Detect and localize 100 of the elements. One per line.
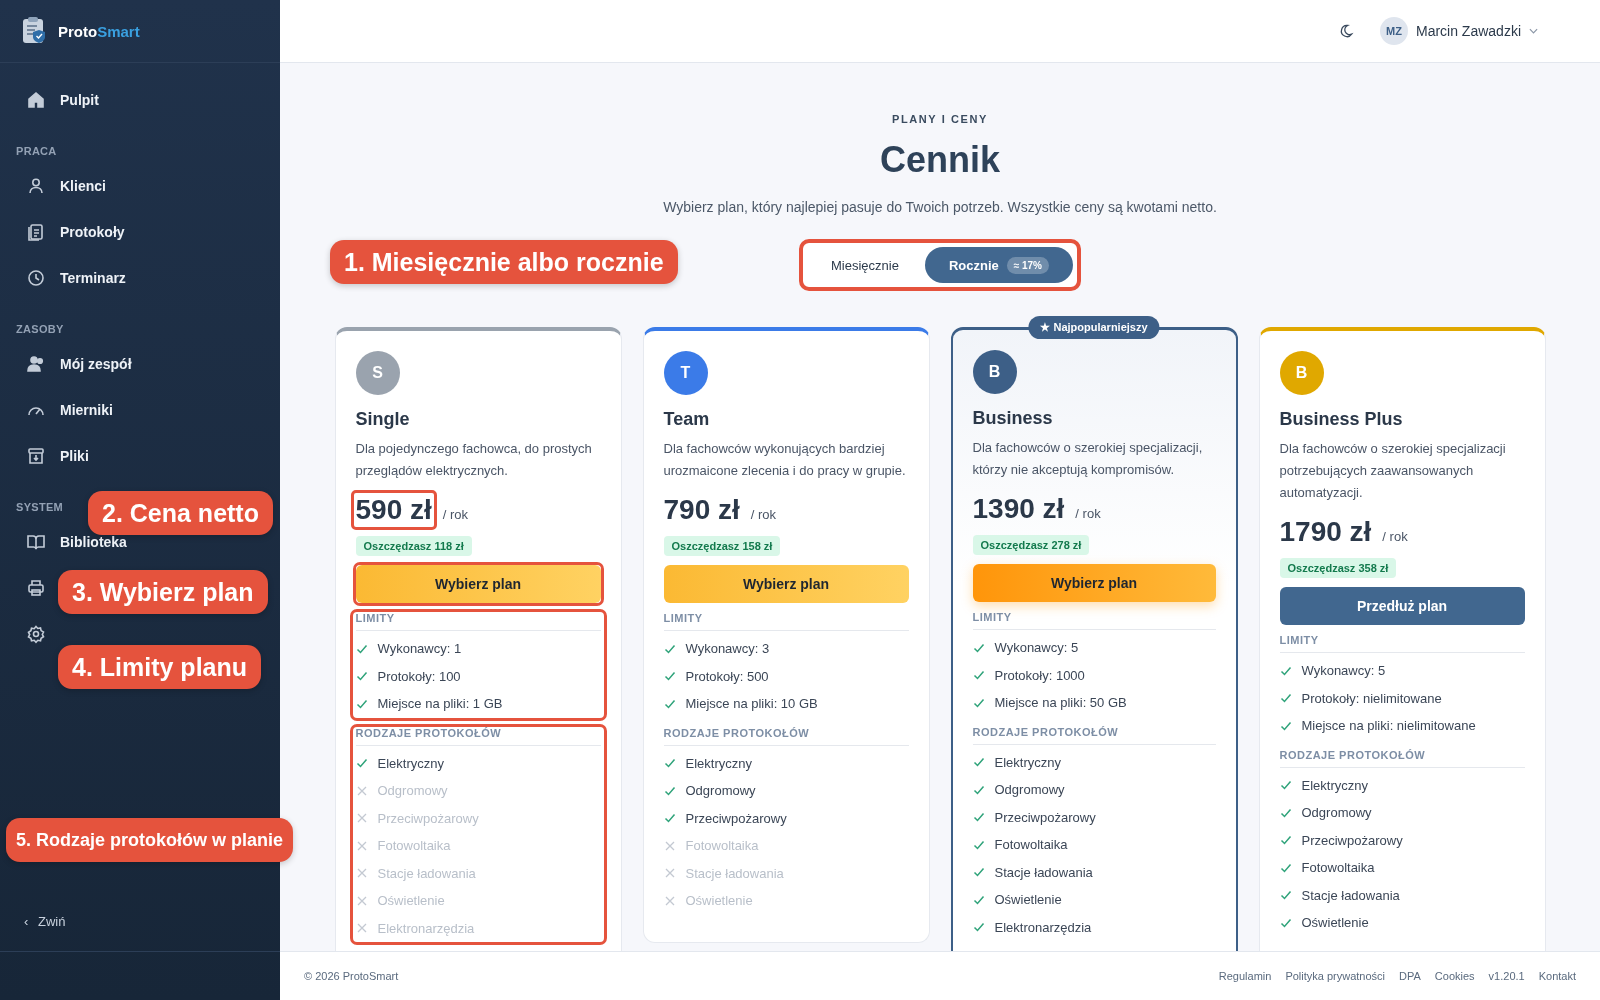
feature-text: Odgromowy — [994, 782, 1065, 798]
sidebar-item[interactable]: Pliki — [26, 445, 89, 467]
billing-tab[interactable]: Rocznie ≈ 17% — [924, 247, 1073, 283]
feature-text: Elektryczny — [1301, 777, 1368, 793]
page-title: Cennik — [880, 139, 1000, 181]
feature-text: Elektryczny — [994, 754, 1061, 770]
plan-price: 590 zł — [350, 490, 437, 530]
feature-text: Wykonawcy: 5 — [1301, 663, 1386, 679]
annotation-callout: 5. Rodzaje protokołów w planie — [6, 818, 294, 862]
feature-text: Wykonawcy: 3 — [685, 641, 770, 657]
nav-section-heading: ZASOBY — [16, 323, 64, 335]
nav-section-heading: SYSTEM — [16, 501, 64, 513]
footer-link[interactable]: Cookies — [1434, 970, 1475, 982]
footer-link[interactable]: Polityka prywatności — [1285, 970, 1386, 982]
section-heading: LIMITY — [663, 612, 909, 631]
sidebar-item[interactable]: Klienci — [26, 175, 106, 197]
plan-name: Team — [663, 409, 711, 430]
plan-avatar: T — [663, 351, 708, 395]
section-heading: RODZAJE PROTOKOŁÓW — [663, 726, 909, 746]
feature-text: Protokoły: 1000 — [994, 667, 1085, 683]
section-heading: RODZAJE PROTOKOŁÓW — [1279, 748, 1525, 768]
annotation-callout: 4. Limity planu — [58, 645, 262, 689]
document-icon[interactable] — [26, 222, 46, 242]
price-period: / rok — [1075, 506, 1101, 521]
sidebar-item[interactable]: Mierniki — [26, 399, 113, 421]
feature-text: Fotowoltaika — [994, 837, 1068, 853]
feature-text: Stacje ładowania — [994, 864, 1093, 880]
annotation-callout: 1. Miesięcznie albo rocznie — [330, 240, 678, 284]
printer-icon[interactable] — [26, 578, 46, 598]
plan-price: 790 zł — [662, 493, 741, 527]
plan-description: Dla fachowców o szerokiej specjalizacji potrzebujących zaawansowanych automatyzacji. — [1279, 440, 1507, 502]
nav-section-heading: PRACA — [16, 145, 57, 157]
user-name[interactable]: Marcin Zawadzki — [1415, 23, 1521, 39]
feature-text: Fotowoltaika — [1301, 860, 1375, 876]
plan-name: Business Plus — [1279, 409, 1404, 430]
page-subtitle: Wybierz plan, który najlepiej pasuje do Twoich potrzeb. Wszystkie ceny są kwotami netto. — [663, 199, 1217, 215]
plan-button[interactable]: Wybierz plan — [355, 565, 601, 603]
plan-button[interactable]: Wybierz plan — [972, 564, 1216, 602]
feature-text: Miejsce na pliki: 10 GB — [685, 696, 818, 712]
plan-price: 1390 zł — [971, 492, 1066, 526]
feature-text: Oświetlenie — [994, 892, 1062, 908]
feature-text: Protokoły: nielimitowane — [1301, 690, 1442, 706]
feature-text: Miejsce na pliki: 50 GB — [994, 695, 1127, 711]
plan-avatar: B — [1279, 351, 1324, 395]
savings-badge: Oszczędzasz 118 zł — [355, 536, 472, 556]
feature-text: Stacje ładowania — [1301, 887, 1400, 903]
feature-text: Wykonawcy: 5 — [994, 640, 1079, 656]
savings-badge: Oszczędzasz 158 zł — [663, 536, 781, 556]
gear-icon[interactable] — [26, 624, 46, 644]
book-icon[interactable] — [26, 532, 46, 552]
plan-description: Dla fachowców wykonujących bardziej urozmaicone zlecenia i do pracy w grupie. — [663, 440, 907, 480]
popular-badge: ★ Najpopularniejszy — [1028, 316, 1160, 339]
clock-icon[interactable] — [26, 268, 46, 288]
feature-text: Fotowoltaika — [685, 838, 759, 854]
feature-text: Wykonawcy: 1 — [377, 641, 462, 657]
copyright-text: © 2026 ProtoSmart — [304, 970, 399, 982]
sidebar-item[interactable]: Pulpit — [26, 89, 99, 111]
billing-tab[interactable]: Miesięcznie — [806, 247, 923, 283]
plan-name: Business — [972, 408, 1054, 429]
footer-link[interactable]: DPA — [1399, 970, 1421, 982]
feature-text: Oświetlenie — [1301, 915, 1369, 931]
home-icon[interactable] — [26, 90, 46, 110]
sidebar-item[interactable]: Mój zespół — [26, 353, 132, 375]
user-avatar[interactable]: MZ — [1379, 17, 1408, 45]
feature-text: Stacje ładowania — [685, 865, 784, 881]
feature-text: Elektryczny — [377, 755, 444, 771]
feature-text: Przeciwpożarowy — [685, 810, 787, 826]
footer-link[interactable]: Regulamin — [1218, 970, 1272, 982]
feature-text: Miejsce na pliki: 1 GB — [377, 696, 503, 712]
plan-description: Dla fachowców o szerokiej specjalizacji, którzy nie akceptują kompromisów. — [972, 439, 1204, 479]
footer-link[interactable]: Kontakt — [1538, 970, 1576, 982]
person-icon[interactable] — [26, 176, 46, 196]
people-icon[interactable] — [26, 354, 46, 374]
savings-badge: Oszczędzasz 278 zł — [972, 535, 1090, 555]
section-heading: RODZAJE PROTOKOŁÓW — [355, 726, 601, 746]
caret-icon[interactable] — [1529, 28, 1538, 34]
plan-button[interactable]: Przedłuż plan — [1279, 587, 1525, 625]
feature-text: Stacje ładowania — [377, 865, 476, 881]
feature-text: Przeciwpożarowy — [994, 809, 1096, 825]
sidebar-item[interactable]: Terminarz — [26, 267, 126, 289]
section-heading: RODZAJE PROTOKOŁÓW — [972, 725, 1216, 745]
feature-text: Protokoły: 100 — [377, 668, 461, 684]
feature-text: Oświetlenie — [685, 893, 753, 909]
annotation-callout: 3. Wybierz plan — [58, 570, 268, 614]
price-period: / rok — [442, 507, 469, 522]
sidebar-item[interactable]: Protokoły — [26, 221, 125, 243]
section-eyebrow: PLANY I CENY — [892, 113, 988, 125]
savings-badge: Oszczędzasz 358 zł — [1279, 558, 1397, 578]
feature-text: Elektronarzędzia — [377, 920, 475, 936]
plan-name: Single — [355, 409, 411, 430]
plan-avatar: B — [972, 350, 1017, 394]
archive-icon[interactable] — [26, 446, 46, 466]
price-period: / rok — [1382, 529, 1408, 544]
feature-text: Elektryczny — [685, 755, 752, 771]
plan-button[interactable]: Wybierz plan — [663, 565, 909, 603]
feature-text: Miejsce na pliki: nielimitowane — [1301, 718, 1476, 734]
feature-text: Fotowoltaika — [377, 838, 451, 854]
feature-text: Przeciwpożarowy — [377, 810, 479, 826]
section-heading: LIMITY — [355, 612, 601, 631]
footer-link[interactable]: v1.20.1 — [1488, 970, 1525, 982]
